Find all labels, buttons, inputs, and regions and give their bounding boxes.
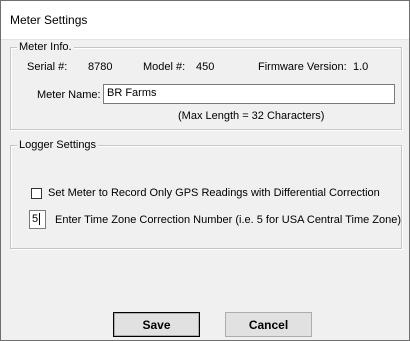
meter-name-input[interactable]: BR Farms	[103, 84, 395, 104]
model-label: Model #:	[143, 61, 186, 73]
firmware-value: 1.0	[353, 61, 369, 73]
timezone-value: 5	[32, 213, 39, 225]
text-cursor	[39, 213, 41, 226]
timezone-input[interactable]: 5	[29, 210, 46, 229]
window-title: Meter Settings	[10, 13, 88, 27]
firmware-label: Firmware Version:	[258, 61, 347, 73]
timezone-label: Enter Time Zone Correction Number (i.e. …	[55, 214, 402, 226]
logger-settings-group: Logger Settings Set Meter to Record Only…	[10, 139, 402, 249]
logger-settings-group-label: Logger Settings	[17, 139, 99, 151]
meter-info-group-label: Meter Info.	[17, 41, 74, 53]
meter-name-value: BR Farms	[107, 87, 157, 99]
meter-settings-dialog: Meter Settings Meter Info. Serial #: 878…	[0, 0, 410, 341]
save-button[interactable]: Save	[113, 312, 200, 337]
serial-value: 8780	[88, 61, 113, 73]
serial-label: Serial #:	[27, 61, 68, 73]
title-bar: Meter Settings	[1, 1, 409, 40]
gps-differential-label[interactable]: Set Meter to Record Only GPS Readings wi…	[48, 187, 380, 199]
cancel-button[interactable]: Cancel	[225, 312, 312, 337]
model-value: 450	[196, 61, 215, 73]
meter-info-group: Meter Info. Serial #: 8780 Model #: 450 …	[10, 41, 402, 130]
max-length-note: (Max Length = 32 Characters)	[178, 110, 325, 122]
meter-name-label: Meter Name:	[37, 89, 101, 101]
dialog-body: Meter Info. Serial #: 8780 Model #: 450 …	[1, 40, 409, 340]
gps-differential-checkbox[interactable]	[31, 188, 42, 199]
